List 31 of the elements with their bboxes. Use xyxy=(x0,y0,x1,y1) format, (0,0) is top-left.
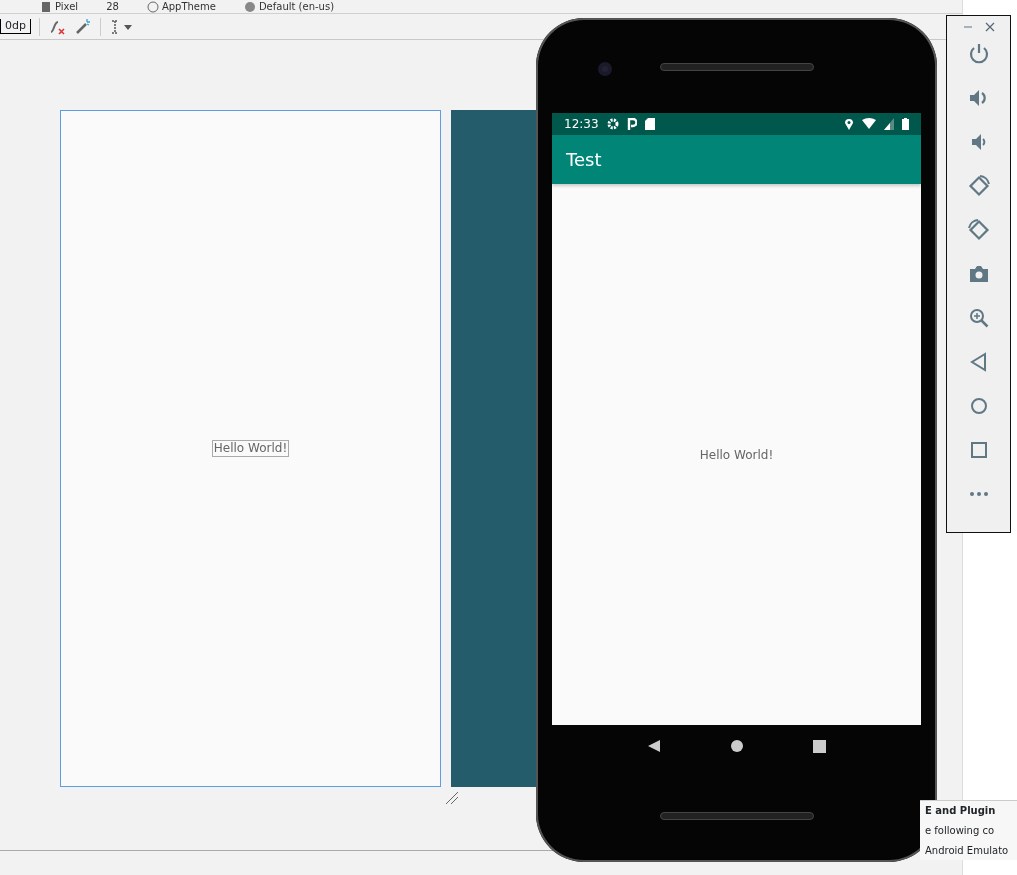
notification-title: E and Plugin xyxy=(925,804,997,818)
location-icon xyxy=(844,118,854,130)
wifi-icon xyxy=(862,118,876,130)
power-icon[interactable] xyxy=(967,43,990,65)
sd-card-icon xyxy=(644,118,655,130)
battery-icon xyxy=(902,118,909,130)
p-icon xyxy=(626,118,637,130)
camera-lens-icon xyxy=(597,61,613,77)
globe-icon xyxy=(243,1,256,13)
margin-field[interactable]: 0dp xyxy=(0,19,31,34)
notification-text: Android Emulato xyxy=(925,844,1010,858)
close-icon[interactable] xyxy=(984,22,995,32)
signal-icon xyxy=(884,118,894,130)
theme-label[interactable]: AppTheme xyxy=(161,1,216,13)
locale-label[interactable]: Default (en-us) xyxy=(258,1,335,13)
device-label[interactable]: Pixel xyxy=(55,1,79,13)
back-icon[interactable] xyxy=(647,739,661,753)
recents-icon[interactable] xyxy=(813,739,826,753)
text-view[interactable]: Hello World! xyxy=(211,440,290,457)
api-label[interactable]: 28 xyxy=(106,1,119,13)
resize-handle-icon[interactable] xyxy=(444,790,460,806)
status-time: 12:33 xyxy=(564,116,599,133)
hello-text: Hello World! xyxy=(699,446,774,464)
rotate-right-icon[interactable] xyxy=(967,219,990,241)
home-icon[interactable] xyxy=(731,740,743,752)
rotate-left-icon[interactable] xyxy=(967,175,990,197)
zoom-icon[interactable] xyxy=(967,307,990,329)
circle-icon xyxy=(146,1,159,13)
camera-icon[interactable] xyxy=(967,263,990,285)
app-title: Test xyxy=(566,148,602,172)
notification-text: e following co xyxy=(925,824,996,838)
